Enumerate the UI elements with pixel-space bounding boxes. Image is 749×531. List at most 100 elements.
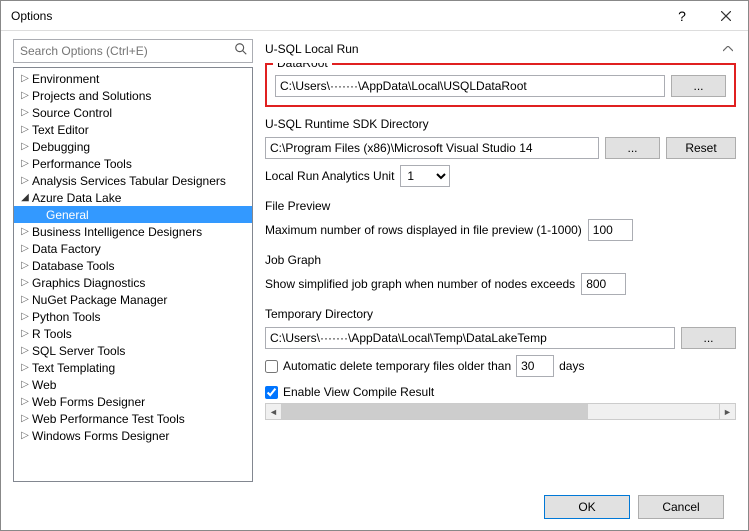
ok-button[interactable]: OK — [544, 495, 630, 519]
tree-item-text-editor[interactable]: ▷Text Editor — [14, 121, 252, 138]
auto-delete-checkbox[interactable] — [265, 360, 278, 373]
cancel-button[interactable]: Cancel — [638, 495, 724, 519]
tempdir-input[interactable] — [265, 327, 675, 349]
tree-item-r-tools[interactable]: ▷R Tools — [14, 325, 252, 342]
tree-item-data-factory[interactable]: ▷Data Factory — [14, 240, 252, 257]
runtime-reset-button[interactable]: Reset — [666, 137, 736, 159]
dialog-footer: OK Cancel — [13, 482, 736, 530]
scroll-track[interactable] — [282, 403, 719, 420]
preview-section: File Preview Maximum number of rows disp… — [265, 199, 736, 241]
tree-item-label: Business Intelligence Designers — [32, 225, 202, 239]
scroll-thumb[interactable] — [282, 404, 588, 419]
chevron-right-icon: ▷ — [18, 107, 32, 118]
tree-item-label: Web Forms Designer — [32, 395, 145, 409]
tree-item-label: Debugging — [32, 140, 90, 154]
chevron-right-icon: ▷ — [18, 226, 32, 237]
chevron-right-icon: ▷ — [18, 260, 32, 271]
window-title: Options — [1, 9, 660, 23]
tree-item-nuget-package-manager[interactable]: ▷NuGet Package Manager — [14, 291, 252, 308]
tree-item-label: SQL Server Tools — [32, 344, 125, 358]
tree-item-text-templating[interactable]: ▷Text Templating — [14, 359, 252, 376]
horizontal-scrollbar[interactable]: ◄ ► — [265, 403, 736, 420]
tempdir-label: Temporary Directory — [265, 307, 736, 321]
tree-item-debugging[interactable]: ▷Debugging — [14, 138, 252, 155]
chevron-right-icon: ▷ — [18, 413, 32, 424]
tree-item-label: Data Factory — [32, 242, 101, 256]
jobgraph-row-text: Show simplified job graph when number of… — [265, 277, 575, 291]
chevron-right-icon: ▷ — [18, 73, 32, 84]
runtime-input[interactable] — [265, 137, 599, 159]
tree-item-label: Web — [32, 378, 56, 392]
group-dataroot: DataRoot ... — [265, 63, 736, 107]
tree-item-label: Performance Tools — [32, 157, 132, 171]
tree-item-label: Web Performance Test Tools — [32, 412, 185, 426]
tree-item-web[interactable]: ▷Web — [14, 376, 252, 393]
tree-item-web-forms-designer[interactable]: ▷Web Forms Designer — [14, 393, 252, 410]
scroll-left-arrow[interactable]: ◄ — [265, 403, 282, 420]
tree-item-label: Python Tools — [32, 310, 101, 324]
tree-item-analysis-services-tabular-designers[interactable]: ▷Analysis Services Tabular Designers — [14, 172, 252, 189]
collapse-section-button[interactable] — [720, 41, 736, 57]
tree-item-performance-tools[interactable]: ▷Performance Tools — [14, 155, 252, 172]
auto-delete-days-input[interactable] — [516, 355, 554, 377]
tree-item-label: General — [46, 208, 89, 222]
preview-label: File Preview — [265, 199, 736, 213]
tree-item-label: Azure Data Lake — [32, 191, 121, 205]
tree-item-projects-and-solutions[interactable]: ▷Projects and Solutions — [14, 87, 252, 104]
tree-item-graphics-diagnostics[interactable]: ▷Graphics Diagnostics — [14, 274, 252, 291]
scroll-right-arrow[interactable]: ► — [719, 403, 736, 420]
chevron-right-icon: ▷ — [18, 396, 32, 407]
tree-item-azure-data-lake[interactable]: ◢Azure Data Lake — [14, 189, 252, 206]
jobgraph-nodes-input[interactable] — [581, 273, 626, 295]
runtime-browse-button[interactable]: ... — [605, 137, 660, 159]
tree-item-label: Source Control — [32, 106, 112, 120]
title-bar: Options ? — [1, 1, 748, 31]
tree-item-source-control[interactable]: ▷Source Control — [14, 104, 252, 121]
dataroot-browse-button[interactable]: ... — [671, 75, 726, 97]
chevron-right-icon: ▷ — [18, 362, 32, 373]
search-box[interactable] — [13, 39, 253, 63]
chevron-right-icon: ▷ — [18, 430, 32, 441]
close-button[interactable] — [704, 1, 748, 31]
category-tree[interactable]: ▷Environment▷Projects and Solutions▷Sour… — [13, 67, 253, 482]
tree-item-label: Graphics Diagnostics — [32, 276, 145, 290]
chevron-right-icon: ▷ — [18, 345, 32, 356]
jobgraph-label: Job Graph — [265, 253, 736, 267]
chevron-right-icon: ▷ — [18, 294, 32, 305]
tempdir-section: Temporary Directory ... Automatic delete… — [265, 307, 736, 377]
auto-delete-text-post: days — [559, 359, 584, 373]
tempdir-browse-button[interactable]: ... — [681, 327, 736, 349]
tree-item-label: NuGet Package Manager — [32, 293, 167, 307]
section-title: U-SQL Local Run — [265, 42, 720, 56]
tree-item-business-intelligence-designers[interactable]: ▷Business Intelligence Designers — [14, 223, 252, 240]
tree-item-label: R Tools — [32, 327, 72, 341]
chevron-right-icon: ▷ — [18, 311, 32, 322]
chevron-right-icon: ▷ — [18, 328, 32, 339]
tree-item-environment[interactable]: ▷Environment — [14, 70, 252, 87]
tree-item-windows-forms-designer[interactable]: ▷Windows Forms Designer — [14, 427, 252, 444]
tree-item-database-tools[interactable]: ▷Database Tools — [14, 257, 252, 274]
preview-rows-input[interactable] — [588, 219, 633, 241]
runtime-section: U-SQL Runtime SDK Directory ... Reset Lo… — [265, 117, 736, 187]
enable-view-compile-checkbox[interactable] — [265, 386, 278, 399]
analytics-unit-label: Local Run Analytics Unit — [265, 169, 394, 183]
tree-item-python-tools[interactable]: ▷Python Tools — [14, 308, 252, 325]
search-icon — [234, 42, 248, 59]
tree-item-general[interactable]: General — [14, 206, 252, 223]
tree-item-label: Text Templating — [32, 361, 115, 375]
auto-delete-text-pre: Automatic delete temporary files older t… — [283, 359, 511, 373]
tree-item-label: Analysis Services Tabular Designers — [32, 174, 226, 188]
runtime-label: U-SQL Runtime SDK Directory — [265, 117, 736, 131]
chevron-right-icon: ▷ — [18, 90, 32, 101]
tree-item-label: Database Tools — [32, 259, 115, 273]
search-input[interactable] — [13, 39, 253, 63]
help-button[interactable]: ? — [660, 1, 704, 31]
tree-item-sql-server-tools[interactable]: ▷SQL Server Tools — [14, 342, 252, 359]
dataroot-input[interactable] — [275, 75, 665, 97]
chevron-right-icon: ▷ — [18, 243, 32, 254]
chevron-down-icon: ◢ — [18, 192, 32, 203]
tree-item-web-performance-test-tools[interactable]: ▷Web Performance Test Tools — [14, 410, 252, 427]
analytics-unit-select[interactable]: 1 — [400, 165, 450, 187]
tree-item-label: Environment — [32, 72, 99, 86]
tree-item-label: Projects and Solutions — [32, 89, 151, 103]
